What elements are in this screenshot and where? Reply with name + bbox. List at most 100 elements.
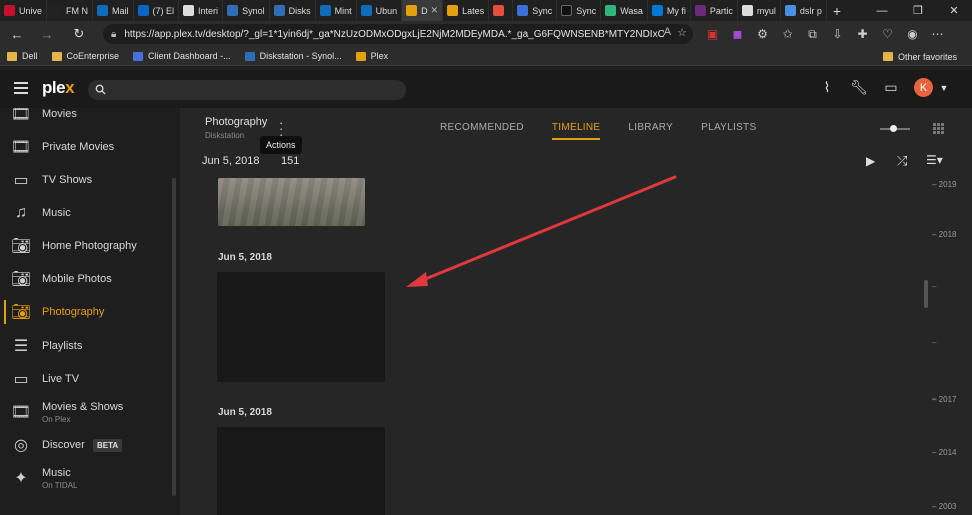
tab-timeline[interactable]: TIMELINE	[551, 122, 601, 140]
photo-thumbnail[interactable]	[217, 427, 385, 515]
profile-icon[interactable]: ◉	[900, 21, 925, 47]
bookmark-coenterprise[interactable]: CoEnterprise	[45, 51, 127, 61]
minimize-icon[interactable]: —	[864, 0, 900, 21]
browser-tab[interactable]: myul	[738, 0, 781, 21]
sidebar-item-photography[interactable]: 📷︎ Photography	[0, 297, 176, 327]
browser-tab[interactable]: Mail	[93, 0, 134, 21]
more-icon[interactable]: ⋯	[925, 21, 950, 47]
tab-recommended[interactable]: RECOMMENDED	[440, 122, 524, 140]
sidebar-item-live-tv[interactable]: ▭ Live TV	[0, 364, 176, 394]
photo-thumbnail[interactable]	[217, 272, 385, 382]
timeline-tick: –	[932, 282, 937, 291]
cast-icon[interactable]: ▭	[882, 79, 900, 97]
timeline-scrubber[interactable]: – 2019 – 2018 – – – – 2017 – 2014 – 2003	[920, 168, 970, 515]
timeline-year[interactable]: – 2003	[932, 502, 956, 511]
browser-tab[interactable]: Wasa	[601, 0, 648, 21]
close-window-icon[interactable]: ✕	[936, 0, 972, 21]
browser-tab[interactable]: Partic	[691, 0, 738, 21]
extension-icon[interactable]: ⚙	[750, 21, 775, 47]
tab-favicon-icon	[561, 5, 573, 16]
timeline-year[interactable]: – 2018	[932, 230, 956, 239]
avatar[interactable]: K	[914, 78, 933, 97]
collections-icon[interactable]: ⧉	[800, 21, 825, 47]
favorites-icon[interactable]: ✩	[775, 21, 800, 47]
onenote-icon[interactable]: ◼	[725, 21, 750, 47]
browser-tab[interactable]	[489, 0, 514, 21]
browser-tab[interactable]: Mint	[316, 0, 357, 21]
tab-favicon-icon	[493, 5, 505, 16]
heart-icon[interactable]: ♡	[875, 21, 900, 47]
grid-view-icon[interactable]	[933, 123, 944, 134]
tab-library[interactable]: LIBRARY	[628, 122, 673, 140]
browser-tab[interactable]: (7) El	[134, 0, 180, 21]
back-icon[interactable]: ←	[4, 21, 30, 47]
sort-icon[interactable]: ☰▾	[926, 153, 943, 167]
refresh-icon[interactable]: ↻	[66, 21, 92, 47]
extensions-icon[interactable]: ✚	[850, 21, 875, 47]
timeline-year[interactable]: – 2017	[932, 395, 956, 404]
item-count: 151	[281, 155, 300, 167]
timeline-year[interactable]: – 2014	[932, 448, 956, 457]
address-bar[interactable]: 🔒︎ https://app.plex.tv/desktop/?_gl=1*1y…	[103, 24, 693, 44]
browser-tab[interactable]: My fi	[648, 0, 691, 21]
sidebar-scrollbar[interactable]	[172, 178, 176, 496]
sidebar-item-discover[interactable]: ◎ Discover BETA	[0, 430, 176, 460]
extension-icon[interactable]: ▣	[700, 21, 725, 47]
browser-tab-active[interactable]: D ✕	[402, 0, 444, 21]
new-tab-button[interactable]: +	[827, 3, 847, 19]
size-slider[interactable]	[880, 125, 910, 132]
download-icon[interactable]: ⇩	[825, 21, 850, 47]
plex-logo[interactable]: plex	[42, 78, 75, 98]
chevron-down-icon[interactable]: ▼	[935, 79, 953, 97]
browser-tab[interactable]: Synol	[223, 0, 270, 21]
browser-tab-strip: Unive FM N Mail (7) El Interi Synol Disk…	[0, 0, 972, 21]
photo-thumbnail[interactable]	[218, 178, 365, 226]
sidebar-item-music-tidal[interactable]: ✦ Music On TIDAL	[0, 463, 176, 493]
browser-tab[interactable]: FM N	[47, 0, 94, 21]
date-header: Jun 5, 2018	[202, 155, 260, 167]
search-input[interactable]	[88, 80, 406, 100]
browser-tab[interactable]: Sync	[557, 0, 602, 21]
bookmark-dell[interactable]: Dell	[0, 51, 45, 61]
menu-icon[interactable]	[14, 82, 28, 94]
sidebar-item-movies[interactable]: 🎞︎ Movies	[0, 108, 176, 129]
maximize-icon[interactable]: ❐	[900, 0, 936, 21]
sidebar-item-tv-shows[interactable]: ▭ TV Shows	[0, 165, 176, 195]
url-text[interactable]: https://app.plex.tv/desktop/?_gl=1*1yin6…	[124, 29, 664, 40]
film-icon: 🎞︎	[10, 404, 32, 421]
sidebar-item-private-movies[interactable]: 🎞︎ Private Movies	[0, 132, 176, 162]
forward-icon[interactable]: →	[34, 21, 60, 47]
browser-tab[interactable]: Disks	[270, 0, 316, 21]
browser-tab[interactable]: Sync	[513, 0, 558, 21]
window-controls: — ❐ ✕	[864, 0, 972, 21]
tab-playlists[interactable]: PLAYLISTS	[701, 122, 756, 140]
sidebar-item-playlists[interactable]: ☰ Playlists	[0, 331, 176, 361]
browser-tab[interactable]: dslr p	[781, 0, 827, 21]
shuffle-icon[interactable]: ⤮	[897, 153, 907, 169]
synology-icon	[244, 51, 255, 61]
film-icon: 🎞︎	[10, 108, 32, 123]
slider-knob[interactable]	[890, 125, 897, 132]
sidebar-item-mobile-photos[interactable]: 📷︎ Mobile Photos	[0, 264, 176, 294]
tidal-icon: ✦	[14, 470, 28, 487]
browser-tab[interactable]: Lates	[443, 0, 490, 21]
play-icon[interactable]: ▶	[866, 154, 875, 168]
browser-tab[interactable]: Unive	[0, 0, 48, 21]
favorite-star-icon[interactable]: ☆	[677, 26, 687, 39]
sidebar-item-music[interactable]: ♫ Music	[0, 198, 176, 228]
other-favorites[interactable]: Other favorites	[876, 47, 964, 66]
bookmark-plex[interactable]: Plex	[349, 51, 396, 61]
sidebar-item-movies-shows[interactable]: 🎞︎ Movies & Shows On Plex	[0, 397, 176, 427]
timeline-year[interactable]: – 2019	[932, 180, 956, 189]
timeline-scroll-thumb[interactable]	[924, 280, 928, 308]
browser-tab[interactable]: Ubun	[357, 0, 403, 21]
bookmark-client-dashboard[interactable]: Client Dashboard -...	[126, 51, 238, 61]
read-aloud-icon[interactable]: A	[664, 26, 671, 39]
browser-tab[interactable]: Interi	[179, 0, 224, 21]
settings-wrench-icon[interactable]: 🔧︎	[850, 79, 868, 97]
sidebar-item-home-photography[interactable]: 📷︎ Home Photography	[0, 231, 176, 261]
close-tab-icon[interactable]: ✕	[431, 5, 439, 16]
activity-icon[interactable]: ⌇	[818, 79, 836, 97]
bookmark-diskstation[interactable]: Diskstation - Synol...	[238, 51, 349, 61]
section-date: Jun 5, 2018	[218, 407, 272, 418]
